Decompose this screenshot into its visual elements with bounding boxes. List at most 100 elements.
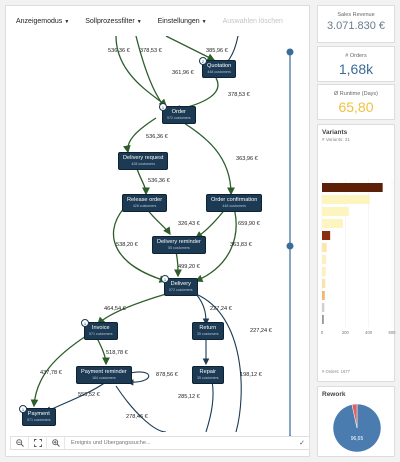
node-subtitle: 572 customers — [169, 288, 193, 292]
variants-subtitle: # Variants: 31 — [322, 137, 351, 142]
menu-display-mode[interactable]: Anzeigemodus ▼ — [16, 18, 69, 25]
node-title: Payment reminder — [81, 369, 127, 375]
edge-label: 878,56 € — [156, 372, 178, 378]
confirm-check-icon[interactable]: ✓ — [295, 439, 309, 447]
pie-value-label: 96,65 — [351, 436, 364, 442]
node-title: Delivery request — [123, 155, 164, 161]
kpi-runtime: Ø Runtime (Days) 65,80 — [317, 84, 395, 120]
node-title: Return — [199, 325, 217, 331]
variant-bar[interactable] — [322, 207, 349, 216]
variant-bar[interactable] — [322, 231, 331, 240]
edge-label: 536,36 € — [108, 48, 130, 54]
variant-bar[interactable] — [322, 183, 383, 192]
node-subtitle: 448 customers — [207, 70, 231, 74]
edge-label: 278,46 € — [126, 414, 148, 420]
zoom-in-button[interactable] — [47, 437, 65, 449]
caret-down-icon: ▼ — [136, 18, 142, 25]
node-subtitle: 35 customers — [197, 376, 219, 380]
slider-top-handle[interactable] — [286, 48, 294, 56]
kpi-label: # Orders — [345, 53, 367, 59]
edge-label: 536,36 € — [146, 134, 168, 140]
node-title: Quotation — [207, 63, 232, 69]
variant-bar[interactable] — [322, 267, 326, 276]
kpi-value: 3.071.830 € — [326, 20, 386, 32]
variant-bar[interactable] — [322, 291, 325, 300]
variants-bar-chart[interactable]: 0 200 400 600 — [318, 143, 396, 363]
menu-target-process-filter-label: Sollprozessfilter — [85, 17, 135, 25]
node-title: Release order — [127, 197, 163, 203]
node-return[interactable]: Return 35 customers — [192, 322, 224, 340]
kpi-value: 1,68k — [338, 61, 374, 77]
slider-mid-handle[interactable] — [286, 242, 294, 250]
variant-bar[interactable] — [322, 219, 343, 228]
node-payment-reminder[interactable]: Payment reminder 164 customers — [76, 366, 132, 384]
rework-title: Rework — [322, 391, 346, 398]
node-order[interactable]: 1 Order 572 customers — [159, 103, 196, 124]
variants-title: Variants — [322, 129, 348, 136]
process-graph[interactable]: 2 Quotation 448 customers 1 Order 572 custom… — [6, 36, 311, 432]
zoom-out-icon — [15, 439, 24, 447]
variant-bar[interactable] — [322, 243, 327, 252]
node-badge: 1 — [161, 275, 169, 283]
node-subtitle: 164 customers — [92, 376, 116, 380]
edge-label: 437,78 € — [40, 370, 62, 376]
menu-display-mode-label: Anzeigemodus — [16, 17, 63, 25]
kpi-sales-revenue: Sales Revenue 3.071.830 € — [317, 5, 395, 43]
node-quotation[interactable]: 2 Quotation 448 customers — [199, 57, 237, 78]
node-subtitle: 35 customers — [197, 332, 219, 336]
edge-label: 378,53 € — [228, 92, 250, 98]
clear-selections-button[interactable]: Auswahlen löschen — [223, 18, 283, 25]
expand-icon — [33, 439, 42, 447]
edge-label: 538,20 € — [116, 242, 138, 248]
node-order-confirmation[interactable]: Order confirmation 448 customers — [206, 194, 263, 212]
edge-label: 464,54 € — [104, 306, 126, 312]
x-tick-label: 400 — [365, 330, 373, 335]
node-title: Order — [171, 109, 186, 115]
node-delivery-reminder[interactable]: Delivery reminder 55 customers — [152, 236, 206, 254]
node-badge: 1 — [159, 103, 167, 111]
node-subtitle: 572 customers — [167, 116, 191, 120]
caret-down-icon: ▼ — [64, 18, 70, 25]
zoom-in-icon — [51, 439, 60, 447]
node-subtitle: 571 customers — [27, 418, 51, 422]
edge-label: 363,96 € — [236, 156, 258, 162]
edge-label: 326,43 € — [178, 221, 200, 227]
menu-settings[interactable]: Einstellungen ▼ — [158, 18, 207, 25]
graph-bottom-bar: ✓ — [10, 436, 310, 450]
variant-bar[interactable] — [322, 315, 324, 324]
node-title: Repair — [199, 369, 217, 375]
variant-bar[interactable] — [322, 195, 370, 204]
edge-label: 285,12 € — [178, 394, 200, 400]
event-search-input[interactable] — [65, 437, 295, 449]
x-tick-label: 0 — [321, 330, 324, 335]
zoom-out-button[interactable] — [11, 437, 29, 449]
node-title: Order confirmation — [211, 197, 258, 203]
node-title: Payment — [27, 411, 50, 417]
variant-bar[interactable] — [322, 255, 327, 264]
node-subtitle: 55 customers — [168, 246, 190, 250]
node-delivery[interactable]: 1 Delivery 572 customers — [161, 275, 198, 296]
node-badge: 2 — [199, 57, 207, 65]
variant-bar[interactable] — [322, 279, 326, 288]
node-badge: 1 — [81, 319, 89, 327]
menu-settings-label: Einstellungen — [157, 17, 200, 25]
zoom-slider[interactable] — [284, 42, 296, 442]
toolbar: Anzeigemodus ▼ Sollprozessfilter ▼ Einstel… — [6, 6, 309, 36]
rework-pie-chart[interactable]: 96,65 — [318, 398, 396, 456]
node-payment[interactable]: 1 Payment 571 customers — [19, 405, 56, 426]
edge-label: 363,83 € — [230, 242, 252, 248]
fit-view-button[interactable] — [29, 437, 47, 449]
node-repair[interactable]: Repair 35 customers — [192, 366, 224, 384]
menu-target-process-filter[interactable]: Sollprozessfilter ▼ — [85, 18, 141, 25]
variant-bar[interactable] — [322, 303, 325, 312]
x-tick-label: 600 — [389, 330, 397, 335]
node-delivery-request[interactable]: Delivery request 428 customers — [118, 152, 169, 170]
variants-panel: Variants # Variants: 31 0 200 400 600 # Ord… — [317, 124, 396, 382]
edge-label: 518,78 € — [106, 350, 128, 356]
edge-label: 361,96 € — [172, 70, 194, 76]
edge-label: 555,52 € — [78, 392, 100, 398]
node-title: Invoice — [91, 325, 110, 331]
node-invoice[interactable]: 1 Invoice 571 customers — [81, 319, 118, 340]
kpi-label: Sales Revenue — [337, 12, 375, 18]
node-release-order[interactable]: Release order 428 customers — [122, 194, 168, 212]
